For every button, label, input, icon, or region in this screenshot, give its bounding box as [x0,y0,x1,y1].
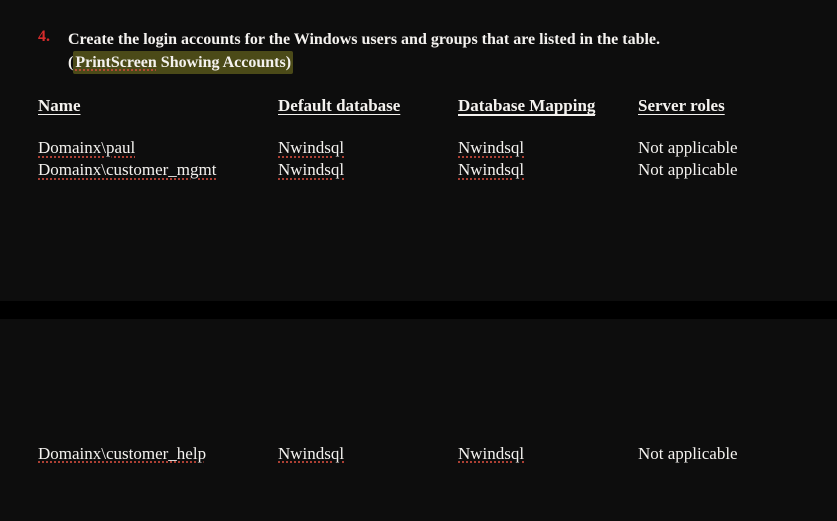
table-row: Domainx\paul Nwindsql Nwindsql Not appli… [38,138,798,160]
cell-default-db: Nwindsql [278,138,458,160]
cell-default-db: Nwindsql [278,160,458,182]
cell-server-roles: Not applicable [638,444,798,466]
step-number: 4. [38,28,68,46]
val-default-db: Nwindsql [278,160,344,179]
val-default-db: Nwindsql [278,138,344,157]
table-row: Domainx\customer_help Nwindsql Nwindsql … [38,444,798,466]
cell-name: Domainx\paul [38,138,278,160]
val-server-roles: Not applicable [638,160,738,179]
page-upper: 4. Create the login accounts for the Win… [0,0,837,301]
val-name: Domainx\customer_help [38,444,206,463]
accounts-table: Name Default database Database Mapping S… [38,96,798,182]
val-name: Domainx\customer_mgmt [38,160,216,179]
val-name: Domainx\paul [38,138,135,157]
cell-server-roles: Not applicable [638,160,798,182]
header-name: Name [38,96,80,115]
cell-default-db: Nwindsql [278,444,458,466]
val-server-roles: Not applicable [638,138,738,157]
step-text: Create the login accounts for the Window… [68,28,660,74]
col-default-db: Default database [278,96,458,138]
cell-name: Domainx\customer_mgmt [38,160,278,182]
accounts-table-continued: Domainx\customer_help Nwindsql Nwindsql … [38,444,798,466]
col-name: Name [38,96,278,138]
table-row: Domainx\customer_mgmt Nwindsql Nwindsql … [38,160,798,182]
val-db-mapping: Nwindsql [458,160,524,179]
col-server-roles: Server roles [638,96,798,138]
printscreen-label: PrintScreen [75,54,156,71]
paren-rest: Showing Accounts) [157,54,291,71]
val-server-roles: Not applicable [638,444,738,463]
step-4: 4. Create the login accounts for the Win… [38,28,817,74]
step-main-text: Create the login accounts for the Window… [68,31,660,48]
header-db-mapping: Database Mapping [458,96,595,116]
val-default-db: Nwindsql [278,444,344,463]
val-db-mapping: Nwindsql [458,138,524,157]
header-default-db: Default database [278,96,400,115]
cell-server-roles: Not applicable [638,138,798,160]
page-lower: Domainx\customer_help Nwindsql Nwindsql … [0,319,837,521]
highlight-region: PrintScreen Showing Accounts) [73,51,293,74]
cell-name: Domainx\customer_help [38,444,278,466]
cell-db-mapping: Nwindsql [458,138,638,160]
col-db-mapping: Database Mapping [458,96,638,138]
cell-db-mapping: Nwindsql [458,160,638,182]
cell-db-mapping: Nwindsql [458,444,638,466]
table-header: Name Default database Database Mapping S… [38,96,798,138]
header-server-roles: Server roles [638,96,725,115]
val-db-mapping: Nwindsql [458,444,524,463]
